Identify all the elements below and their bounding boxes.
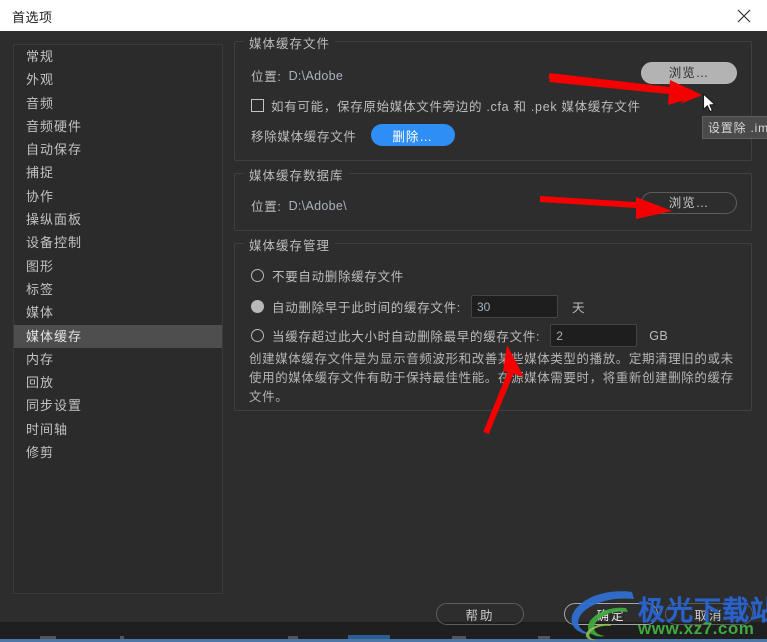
radio-delete-over-size[interactable] xyxy=(251,329,264,342)
sidebar-item-auto-save[interactable]: 自动保存 xyxy=(14,138,222,161)
sidebar-item-media-cache[interactable]: 媒体缓存 xyxy=(14,324,222,348)
cache-db-location-label: 位置: xyxy=(251,200,282,214)
media-cache-management-group: 媒体缓存管理 不要自动删除缓存文件 自动删除早于此时间的缓存文件: 天 当缓存超… xyxy=(234,235,752,411)
cache-db-location-value: D:\Adobe\ xyxy=(288,198,347,213)
sidebar-item-audio-hardware[interactable]: 音频硬件 xyxy=(14,115,222,138)
browse-button-tooltip: 设置除 .im xyxy=(702,116,767,139)
sidebar-item-playback[interactable]: 回放 xyxy=(14,371,222,394)
close-icon-glyph xyxy=(737,9,751,23)
radio-never-delete-label: 不要自动删除缓存文件 xyxy=(272,270,405,284)
category-sidebar[interactable]: 常规 外观 音频 音频硬件 自动保存 捕捉 协作 操纵面板 设备控制 图形 标签… xyxy=(13,44,223,594)
radio-delete-older-than-label: 自动删除早于此时间的缓存文件: xyxy=(272,301,461,315)
media-cache-management-title: 媒体缓存管理 xyxy=(244,235,336,254)
background-app-strip xyxy=(0,622,767,642)
radio-delete-over-size-label: 当缓存超过此大小时自动删除最早的缓存文件: xyxy=(272,330,541,344)
cache-files-location-value: D:\Adobe xyxy=(288,68,344,83)
sidebar-item-sync-settings[interactable]: 同步设置 xyxy=(14,394,222,417)
media-cache-files-group: 媒体缓存文件 位置: D:\Adobe 浏览… 如有可能，保存原始媒体文件旁边的… xyxy=(234,33,752,161)
cache-management-description: 创建媒体缓存文件是为显示音频波形和改善某些媒体类型的播放。定期清理旧的或未使用的… xyxy=(249,352,734,404)
media-cache-files-title: 媒体缓存文件 xyxy=(244,33,336,52)
window-title: 首选项 xyxy=(12,10,53,25)
remove-cache-files-label: 移除媒体缓存文件 xyxy=(251,129,357,144)
cache-files-location-label: 位置: xyxy=(251,70,282,84)
gb-unit-label: GB xyxy=(649,328,669,343)
sidebar-item-device-control[interactable]: 设备控制 xyxy=(14,231,222,254)
days-unit-label: 天 xyxy=(571,301,585,315)
close-icon[interactable] xyxy=(721,0,767,31)
save-next-to-original-label: 如有可能，保存原始媒体文件旁边的 .cfa 和 .pek 媒体缓存文件 xyxy=(271,100,641,114)
help-button[interactable]: 帮助 xyxy=(436,603,524,625)
sidebar-item-labels[interactable]: 标签 xyxy=(14,278,222,301)
sidebar-item-memory[interactable]: 内存 xyxy=(14,348,222,371)
browse-cache-database-button[interactable]: 浏览… xyxy=(641,192,737,214)
sidebar-item-timeline[interactable]: 时间轴 xyxy=(14,418,222,441)
sidebar-item-appearance[interactable]: 外观 xyxy=(14,68,222,91)
sidebar-item-trim[interactable]: 修剪 xyxy=(14,441,222,464)
browse-cache-files-button[interactable]: 浏览… xyxy=(641,62,737,84)
sidebar-item-general[interactable]: 常规 xyxy=(14,45,222,68)
sidebar-item-audio[interactable]: 音频 xyxy=(14,92,222,115)
sidebar-item-graphics[interactable]: 图形 xyxy=(14,255,222,278)
radio-delete-older-than[interactable] xyxy=(251,300,264,313)
delete-older-than-days-input[interactable] xyxy=(470,295,558,318)
radio-never-delete[interactable] xyxy=(251,269,264,282)
media-cache-database-title: 媒体缓存数据库 xyxy=(244,165,349,184)
media-cache-database-group: 媒体缓存数据库 位置: D:\Adobe\ 浏览… xyxy=(234,165,752,231)
delete-cache-files-button[interactable]: 删除… xyxy=(370,124,455,146)
settings-panel: 媒体缓存文件 位置: D:\Adobe 浏览… 如有可能，保存原始媒体文件旁边的… xyxy=(234,33,752,423)
save-next-to-original-checkbox[interactable] xyxy=(251,99,264,112)
sidebar-item-control-surface[interactable]: 操纵面板 xyxy=(14,208,222,231)
title-bar: 首选项 xyxy=(0,0,767,32)
cancel-button[interactable]: 取消 xyxy=(665,603,753,625)
sidebar-item-collaboration[interactable]: 协作 xyxy=(14,185,222,208)
dialog-body: 常规 外观 音频 音频硬件 自动保存 捕捉 协作 操纵面板 设备控制 图形 标签… xyxy=(0,31,767,625)
max-cache-size-input[interactable] xyxy=(550,324,638,347)
ok-button[interactable]: 确定 xyxy=(564,603,658,625)
sidebar-item-capture[interactable]: 捕捉 xyxy=(14,161,222,184)
preferences-dialog: 首选项 常规 外观 音频 音频硬件 自动保存 捕捉 协作 操纵面板 设备控制 图… xyxy=(0,0,767,642)
sidebar-item-media[interactable]: 媒体 xyxy=(14,301,222,324)
